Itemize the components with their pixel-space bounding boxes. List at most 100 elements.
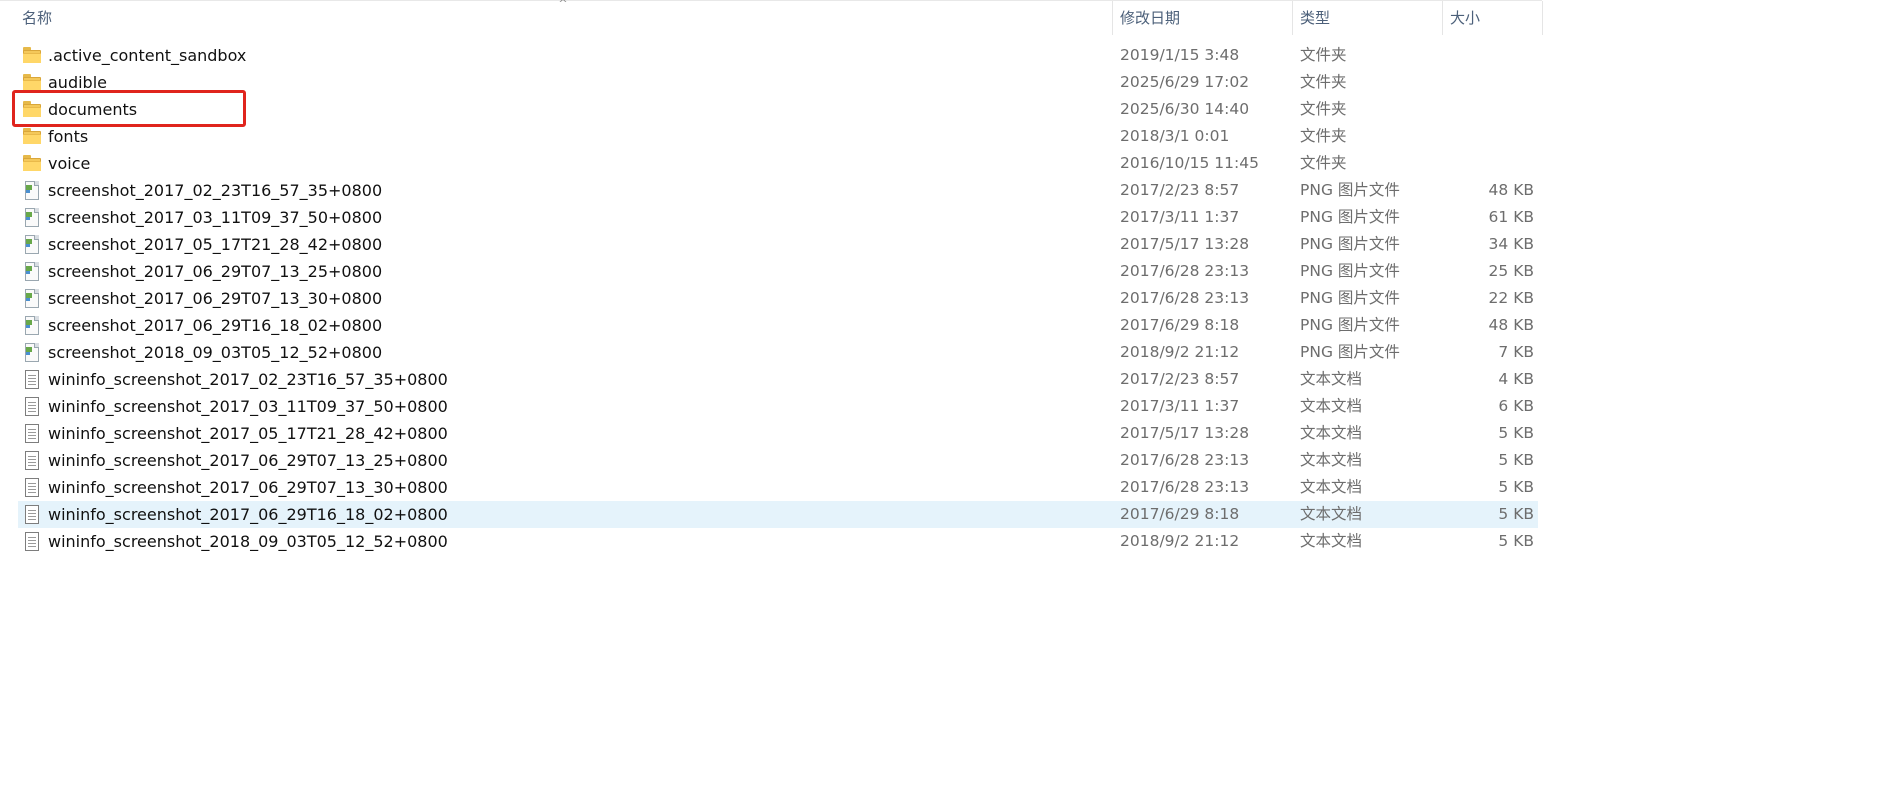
file-type: 文本文档 (1300, 397, 1363, 415)
file-type: 文件夹 (1300, 73, 1347, 91)
file-row[interactable]: screenshot_2017_02_23T16_57_35+0800 2017/… (18, 177, 1538, 204)
file-size: 5 KB (1498, 532, 1534, 550)
png-file-icon (22, 262, 42, 281)
file-type: PNG 图片文件 (1300, 343, 1400, 361)
file-type: 文件夹 (1300, 154, 1347, 172)
png-file-icon (22, 289, 42, 308)
file-modified-date: 2019/1/15 3:48 (1120, 46, 1240, 64)
file-row[interactable]: screenshot_2017_06_29T07_13_25+0800 2017/… (18, 258, 1538, 285)
file-modified-date: 2025/6/29 17:02 (1120, 73, 1250, 91)
column-divider[interactable] (1542, 1, 1543, 35)
file-modified-date: 2017/6/28 23:13 (1120, 262, 1250, 280)
text-file-icon (22, 451, 42, 470)
file-name: wininfo_screenshot_2017_03_11T09_37_50+0… (48, 397, 448, 416)
file-type: 文件夹 (1300, 100, 1347, 118)
file-type: 文本文档 (1300, 370, 1363, 388)
file-modified-date: 2017/6/28 23:13 (1120, 451, 1250, 469)
file-row[interactable]: audible 2025/6/29 17:02 文件夹 (18, 69, 1538, 96)
file-name: wininfo_screenshot_2017_06_29T07_13_25+0… (48, 451, 448, 470)
file-row[interactable]: screenshot_2017_06_29T16_18_02+0800 2017/… (18, 312, 1538, 339)
file-type: PNG 图片文件 (1300, 289, 1400, 307)
file-type: PNG 图片文件 (1300, 235, 1400, 253)
file-modified-date: 2025/6/30 14:40 (1120, 100, 1250, 118)
file-row[interactable]: screenshot_2017_05_17T21_28_42+0800 2017/… (18, 231, 1538, 258)
file-row[interactable]: documents 2025/6/30 14:40 文件夹 (18, 96, 1538, 123)
column-header-size[interactable]: 大小 (1442, 1, 1542, 35)
file-size (1418, 96, 1534, 123)
file-name: screenshot_2018_09_03T05_12_52+0800 (48, 343, 383, 362)
column-header-name-label: 名称 (22, 9, 53, 27)
file-row[interactable]: wininfo_screenshot_2018_09_03T05_12_52+0… (18, 528, 1538, 555)
png-file-icon (22, 343, 42, 362)
file-row[interactable]: wininfo_screenshot_2017_05_17T21_28_42+0… (18, 420, 1538, 447)
file-name: screenshot_2017_06_29T07_13_25+0800 (48, 262, 383, 281)
file-size (1418, 69, 1534, 96)
file-type: PNG 图片文件 (1300, 262, 1400, 280)
file-row[interactable]: screenshot_2017_03_11T09_37_50+0800 2017/… (18, 204, 1538, 231)
file-type: PNG 图片文件 (1300, 316, 1400, 334)
file-name: screenshot_2017_03_11T09_37_50+0800 (48, 208, 383, 227)
file-row[interactable]: screenshot_2017_06_29T07_13_30+0800 2017/… (18, 285, 1538, 312)
file-type: 文件夹 (1300, 46, 1347, 64)
file-modified-date: 2018/9/2 21:12 (1120, 343, 1240, 361)
file-size: 48 KB (1488, 181, 1534, 199)
file-type: PNG 图片文件 (1300, 208, 1400, 226)
file-name: wininfo_screenshot_2017_05_17T21_28_42+0… (48, 424, 448, 443)
file-modified-date: 2017/5/17 13:28 (1120, 235, 1250, 253)
file-name: screenshot_2017_06_29T16_18_02+0800 (48, 316, 383, 335)
file-name: wininfo_screenshot_2017_02_23T16_57_35+0… (48, 370, 448, 389)
file-modified-date: 2018/3/1 0:01 (1120, 127, 1230, 145)
file-type: PNG 图片文件 (1300, 181, 1400, 199)
text-file-icon (22, 505, 42, 524)
folder-icon (22, 74, 42, 92)
file-modified-date: 2017/2/23 8:57 (1120, 370, 1240, 388)
file-size: 5 KB (1498, 505, 1534, 523)
column-header-type[interactable]: 类型 (1292, 1, 1442, 35)
png-file-icon (22, 316, 42, 335)
file-type: 文本文档 (1300, 505, 1363, 523)
text-file-icon (22, 397, 42, 416)
file-size: 6 KB (1498, 397, 1534, 415)
file-row[interactable]: wininfo_screenshot_2017_03_11T09_37_50+0… (18, 393, 1538, 420)
file-name: screenshot_2017_06_29T07_13_30+0800 (48, 289, 383, 308)
file-name: wininfo_screenshot_2017_06_29T16_18_02+0… (48, 505, 448, 524)
column-header-modified[interactable]: 修改日期 (1112, 1, 1292, 35)
png-file-icon (22, 235, 42, 254)
folder-icon (22, 101, 42, 119)
file-name: .active_content_sandbox (48, 46, 247, 65)
file-row[interactable]: fonts 2018/3/1 0:01 文件夹 (18, 123, 1538, 150)
file-modified-date: 2016/10/15 11:45 (1120, 154, 1259, 172)
file-explorer-pane: 名称 ^ 修改日期 类型 大小 .active_content_sandbox 2… (0, 0, 1900, 810)
file-row[interactable]: wininfo_screenshot_2017_02_23T16_57_35+0… (18, 366, 1538, 393)
file-size: 34 KB (1488, 235, 1534, 253)
file-size: 22 KB (1488, 289, 1534, 307)
file-size: 5 KB (1498, 478, 1534, 496)
file-name: wininfo_screenshot_2017_06_29T07_13_30+0… (48, 478, 448, 497)
text-file-icon (22, 424, 42, 443)
text-file-icon (22, 370, 42, 389)
file-name: voice (48, 154, 91, 173)
file-modified-date: 2017/6/29 8:18 (1120, 505, 1240, 523)
file-name: audible (48, 73, 107, 92)
file-size: 4 KB (1498, 370, 1534, 388)
file-type: 文件夹 (1300, 127, 1347, 145)
file-size (1418, 150, 1534, 177)
file-row[interactable]: voice 2016/10/15 11:45 文件夹 (18, 150, 1538, 177)
column-header-bar: 名称 ^ 修改日期 类型 大小 (0, 0, 1543, 35)
file-modified-date: 2017/6/29 8:18 (1120, 316, 1240, 334)
file-size: 5 KB (1498, 424, 1534, 442)
folder-icon (22, 128, 42, 146)
file-name: screenshot_2017_05_17T21_28_42+0800 (48, 235, 383, 254)
file-size: 25 KB (1488, 262, 1534, 280)
sort-ascending-icon: ^ (558, 0, 568, 10)
file-modified-date: 2017/2/23 8:57 (1120, 181, 1240, 199)
file-row[interactable]: wininfo_screenshot_2017_06_29T16_18_02+0… (18, 501, 1538, 528)
column-header-type-label: 类型 (1300, 9, 1331, 27)
file-name: screenshot_2017_02_23T16_57_35+0800 (48, 181, 383, 200)
file-modified-date: 2017/5/17 13:28 (1120, 424, 1250, 442)
file-row[interactable]: screenshot_2018_09_03T05_12_52+0800 2018/… (18, 339, 1538, 366)
file-row[interactable]: wininfo_screenshot_2017_06_29T07_13_25+0… (18, 447, 1538, 474)
file-row[interactable]: .active_content_sandbox 2019/1/15 3:48 文件夹 (18, 42, 1538, 69)
file-size: 5 KB (1498, 451, 1534, 469)
file-row[interactable]: wininfo_screenshot_2017_06_29T07_13_30+0… (18, 474, 1538, 501)
